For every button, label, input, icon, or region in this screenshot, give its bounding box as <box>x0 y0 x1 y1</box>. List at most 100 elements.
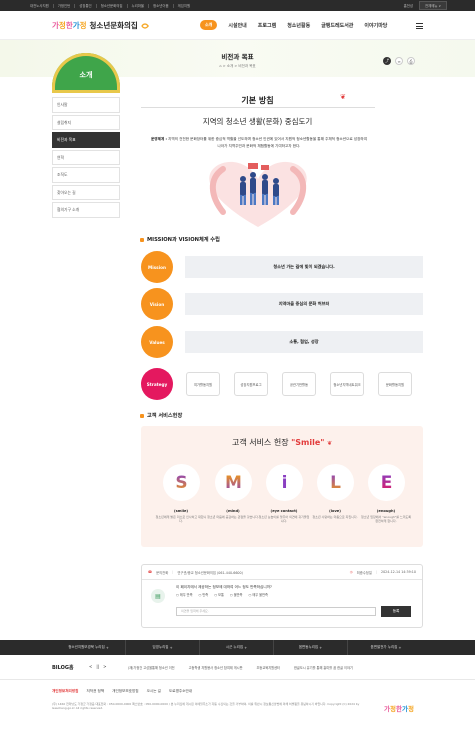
sidebar-item-directions[interactable]: 찾아오는 길 <box>52 184 120 200</box>
link-icon[interactable]: ∞ <box>395 57 403 65</box>
smile-title: 고객 서비스 헌장 "Smile" ❦ <box>141 437 423 448</box>
print-icon[interactable]: ⎙ <box>407 57 415 65</box>
footer-link-4[interactable]: 읍면동누리집 + <box>274 640 348 655</box>
page-tools: ⤴ ∞ ⎙ <box>383 57 415 65</box>
smile-letter-l: L <box>317 464 354 501</box>
top-link-7[interactable]: 게임지원 <box>174 4 194 8</box>
home-icon[interactable]: ⌂ <box>219 64 221 68</box>
hamburger-menu-icon[interactable] <box>416 23 423 29</box>
survey-option-4[interactable]: ○ 불만족 <box>230 592 243 597</box>
smile-letter-l-text: L <box>330 472 341 493</box>
smile-letter-m: M <box>215 464 252 501</box>
top-link-2[interactable]: 가정인턴 <box>54 3 76 8</box>
strategy-item-2: 성장지원프로그 <box>234 372 268 396</box>
nav-item-sogae[interactable]: 소개 <box>200 20 218 30</box>
strategy-item-3: 공관기반활동 <box>282 372 316 396</box>
footer-link-label: 읍면발전가 누리집 <box>370 645 398 649</box>
survey-option-2[interactable]: ○ 만족 <box>199 592 209 597</box>
smile-title-quote: "Smile" <box>291 438 325 447</box>
site-header: 가정한가정 청소년문화의집 소개 시설안내 프로그램 청소년활동 글뱅드레도서관… <box>0 11 475 40</box>
footer-link-1[interactable]: 청소년지원모경북 누리집 + <box>52 640 126 655</box>
survey-question: 이 페이지에서 제공하는 정보에 대하여 어느 정도 만족하십니까? <box>176 585 272 589</box>
desc-label: 운영체계 : <box>150 137 167 141</box>
leaf-icon: ❦ <box>340 93 346 101</box>
main-description: 운영체계 : 지역의 건전한 문화장터를 위한 중심적 역할을 선도하며 청소년… <box>150 136 368 149</box>
survey-option-label: 만족 <box>202 593 209 597</box>
section-heading: 기본 방침 ❦ <box>140 93 375 106</box>
footer-policy-links: 개인정보처리방침 저작권 정책 개인정보보호방침 오시는 길 도로명주소안내 <box>52 689 192 694</box>
nav-item-4[interactable]: 글뱅드레도서관 <box>321 22 353 29</box>
vision-text: 지역마을 중심의 문화 허브터 <box>185 293 423 315</box>
sidebar-item-greeting[interactable]: 인사말 <box>52 97 120 113</box>
smile-letter-s-text: S <box>175 472 188 493</box>
directions-link[interactable]: 오시는 길 <box>147 689 161 694</box>
top-link-6[interactable]: 청소년이음 <box>149 3 174 8</box>
survey-submit-button[interactable]: 등록 <box>381 606 411 617</box>
strategy-item-4: 청소년지역네트워크 <box>330 372 364 396</box>
breadcrumb-item[interactable]: 소개 <box>227 64 233 68</box>
nav-item-1[interactable]: 시설안내 <box>228 22 246 29</box>
footer-link-5[interactable]: 읍면발전가 누리집 + <box>348 640 424 655</box>
sidebar-item-purpose[interactable]: 설립취지 <box>52 114 120 130</box>
desc-text: 지역의 건전한 문화장터를 위한 중심적 역할을 선도하며 청소년 인권에 있어… <box>168 137 368 148</box>
copyright-link[interactable]: 저작권 정책 <box>86 689 104 694</box>
pause-icon[interactable]: || <box>96 664 99 669</box>
top-link-1[interactable]: 대전노사지원 <box>26 3 54 8</box>
full-menu-button[interactable]: 전체메뉴 ∨ <box>418 1 447 10</box>
privacy-policy-link[interactable]: 개인정보처리방침 <box>52 689 78 694</box>
survey-option-5[interactable]: ○ 매우 불만족 <box>249 592 268 597</box>
top-site-links: 대전노사지원 가정인턴 성장통인 청소년문화의집 누리마을 청소년이음 게임지원 <box>26 0 194 11</box>
footer-link-3[interactable]: 시군 누리집 + <box>200 640 274 655</box>
survey-option-1[interactable]: ○ 매우 만족 <box>176 592 193 597</box>
related-controls: < || > <box>89 664 106 669</box>
smile-desc-i: 청소년 눈높이를 맞추어 의견에 귀기울입니다. <box>258 515 310 524</box>
strategy-item-1: 여가활동지원 <box>186 372 220 396</box>
smile-letter-m-text: M <box>225 472 242 493</box>
address-guide-link[interactable]: 도로명주소안내 <box>169 689 192 694</box>
survey-comment-input[interactable]: 의견을 입력해 주세요. <box>176 607 376 616</box>
smile-word-i: (eye contact) <box>270 509 298 513</box>
site-logo[interactable]: 가정한가정 청소년문화의집 <box>52 20 149 31</box>
values-circle: Values <box>141 326 173 358</box>
strategy-circle: Strategy <box>141 368 173 400</box>
smile-title-text: 고객 서비스 헌장 <box>231 438 289 447</box>
sidebar-item-vision[interactable]: 비전과 목표 <box>52 132 120 148</box>
related-sites-bar: BILOG홈 < || > (재)가정건 고성을통해 청소년 이전 고등학생 자… <box>0 655 475 680</box>
smile-letter-e: E <box>368 464 405 501</box>
related-item-4[interactable]: 한글도시 유기를 통해 흥미를 꿈 한글 이야기 <box>294 665 353 670</box>
related-item-3[interactable]: 초등교육지원센터 <box>257 665 280 670</box>
survey-icon: ▤ <box>151 589 165 603</box>
related-item-2[interactable]: 고등학생 자원봉사 청소년 참여제 게시판 <box>189 665 243 670</box>
footer-site-links: 청소년지원모경북 누리집 + 임영누리집 + 시군 누리집 + 읍면동누리집 +… <box>0 640 475 655</box>
top-link-4[interactable]: 청소년문화의집 <box>97 3 128 8</box>
login-link[interactable]: 홈전성 <box>404 3 413 8</box>
bullet-icon <box>140 413 144 418</box>
logo-text: 청소년문화의집 <box>89 21 138 30</box>
top-link-5[interactable]: 누리마을 <box>128 3 150 8</box>
sidebar-item-org[interactable]: 조직도 <box>52 167 120 183</box>
sidebar-item-council[interactable]: 협의기구 소개 <box>52 202 120 218</box>
main-nav: 소개 시설안내 프로그램 청소년활동 글뱅드레도서관 이야기마당 <box>200 20 387 30</box>
nav-item-2[interactable]: 프로그램 <box>258 22 276 29</box>
related-item-1[interactable]: (재)가정건 고성을통해 청소년 이전 <box>128 665 175 670</box>
updated-label: 최종수정일 <box>356 570 372 575</box>
prev-arrow-icon[interactable]: < <box>89 664 92 669</box>
vision-circle: Vision <box>141 288 173 320</box>
smile-section-title: 고객 서비스헌장 <box>140 412 182 419</box>
top-link-3[interactable]: 성장통인 <box>75 3 97 8</box>
nav-item-3[interactable]: 청소년활동 <box>287 22 310 29</box>
survey-option-3[interactable]: ○ 보통 <box>214 592 224 597</box>
share-icon[interactable]: ⤴ <box>383 57 391 65</box>
privacy-protect-link[interactable]: 개인정보보호방침 <box>112 689 138 694</box>
next-arrow-icon[interactable]: > <box>103 664 106 669</box>
nav-item-5[interactable]: 이야기마당 <box>364 22 387 29</box>
footer-link-2[interactable]: 임영누리집 + <box>126 640 200 655</box>
smile-word-e: (enough) <box>376 509 396 513</box>
smile-desc-e: 청소년 입장에서 "enough"를 느끼도록 완전하게 합니다. <box>360 515 412 524</box>
smile-section-text: 고객 서비스헌장 <box>147 413 183 419</box>
smile-word-l: (love) <box>329 509 341 513</box>
sidebar-item-history[interactable]: 연혁 <box>52 149 120 165</box>
sidebar-menu: 인사말 설립취지 비전과 목표 연혁 조직도 찾아오는 길 협의기구 소개 <box>52 97 120 220</box>
mission-section-text: MISSION과 VISION체계 수립 <box>147 237 220 243</box>
smile-desc-s: 청소년에게 밝은 미소로 인사하고 대합니다. <box>155 515 207 524</box>
